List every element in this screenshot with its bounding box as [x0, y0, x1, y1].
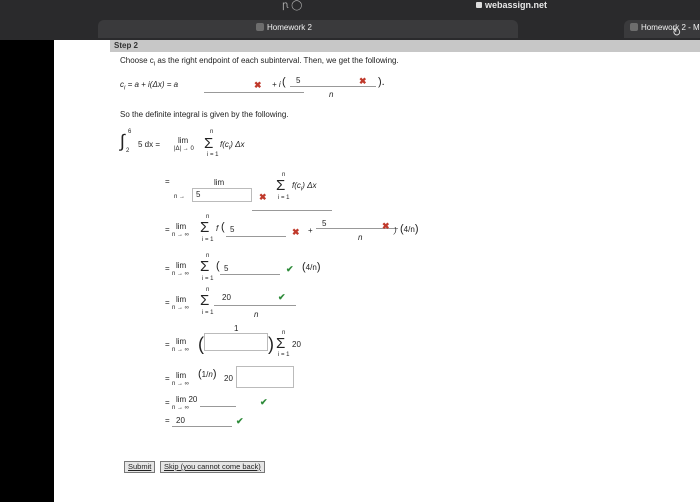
integral-upper: 6 [128, 129, 132, 135]
sigma-icon: Σ [200, 292, 210, 309]
row3-paren-frac: (4/n) [302, 261, 321, 273]
incorrect-icon: ✖ [254, 80, 262, 90]
frac-numerator: 5 [296, 76, 301, 85]
incorrect-icon: ✖ [359, 76, 367, 86]
answer-blank[interactable] [252, 210, 332, 211]
correct-icon: ✔ [260, 397, 268, 407]
answer-blank-row3[interactable] [220, 274, 280, 275]
instruction-text: Choose ci as the right endpoint of each … [120, 56, 399, 68]
sigma-icon: Σ [200, 258, 210, 275]
url-text: webassign.net [485, 0, 548, 10]
row6-frac: (1/n) [198, 368, 217, 380]
answer-box-row6[interactable] [236, 366, 294, 388]
frac-denominator: n [329, 90, 334, 99]
browser-toolbar-icons[interactable]: ꞃ ◯ [282, 0, 302, 11]
incorrect-icon: ✖ [292, 227, 300, 237]
row4-numerator: 20 [222, 293, 231, 302]
incorrect-icon: ✖ [382, 221, 390, 231]
integrand: 5 dx = [138, 140, 161, 149]
tab-homework-2[interactable]: Homework 2 [98, 20, 518, 38]
tab-homework-2-m[interactable]: Homework 2 - M [624, 20, 700, 38]
row2-paren-frac: (4/n) [400, 223, 419, 235]
integral-sign-icon: ∫ [120, 131, 125, 151]
question-panel: Step 2 Choose ci as the right endpoint o… [54, 40, 700, 502]
step-header: Step 2 [110, 40, 700, 52]
limit-sub: |Δ| → 0 [174, 146, 194, 152]
fci-dx: f(ci) Δx [220, 140, 245, 152]
tab-label: Homework 2 - M [630, 23, 700, 32]
lock-icon [476, 2, 482, 8]
address-bar[interactable]: webassign.net [476, 0, 547, 12]
submit-button[interactable]: Submit [124, 461, 156, 473]
favicon-icon [256, 23, 264, 31]
correct-icon: ✔ [278, 292, 286, 302]
row2-value: 5 [230, 225, 235, 234]
correct-icon: ✔ [286, 264, 294, 274]
reload-icon[interactable]: ↻ [672, 26, 681, 39]
answer-box-row1[interactable]: 5 [192, 188, 252, 202]
answer-blank-final[interactable] [172, 426, 232, 427]
left-margin [0, 40, 54, 502]
ci-expression: ci = a + i(Δx) = a [120, 80, 179, 92]
sigma-icon: Σ [204, 135, 214, 152]
sigma-icon: Σ [276, 335, 286, 352]
definite-integral-text: So the definite integral is given by the… [120, 110, 289, 119]
browser-topbar: ꞃ ◯ webassign.net Homework 2 Homework 2 … [0, 0, 700, 40]
integral-lower: 2 [126, 148, 130, 154]
answer-blank-a[interactable] [204, 92, 304, 93]
row3-value: 5 [224, 264, 229, 273]
tab-label: Homework 2 [256, 23, 312, 32]
answer-blank-row2[interactable] [226, 236, 286, 237]
limit-label: lim [178, 136, 189, 145]
sigma-icon: Σ [200, 219, 210, 236]
correct-icon: ✔ [236, 416, 244, 426]
skip-button[interactable]: Skip (you cannot come back) [160, 461, 265, 473]
sigma-icon: Σ [276, 177, 286, 194]
favicon-icon [630, 23, 638, 31]
answer-box-row5[interactable] [204, 333, 268, 351]
plus-i-label: + i [272, 80, 281, 89]
incorrect-icon: ✖ [259, 192, 267, 202]
final-answer: 20 [176, 416, 185, 425]
